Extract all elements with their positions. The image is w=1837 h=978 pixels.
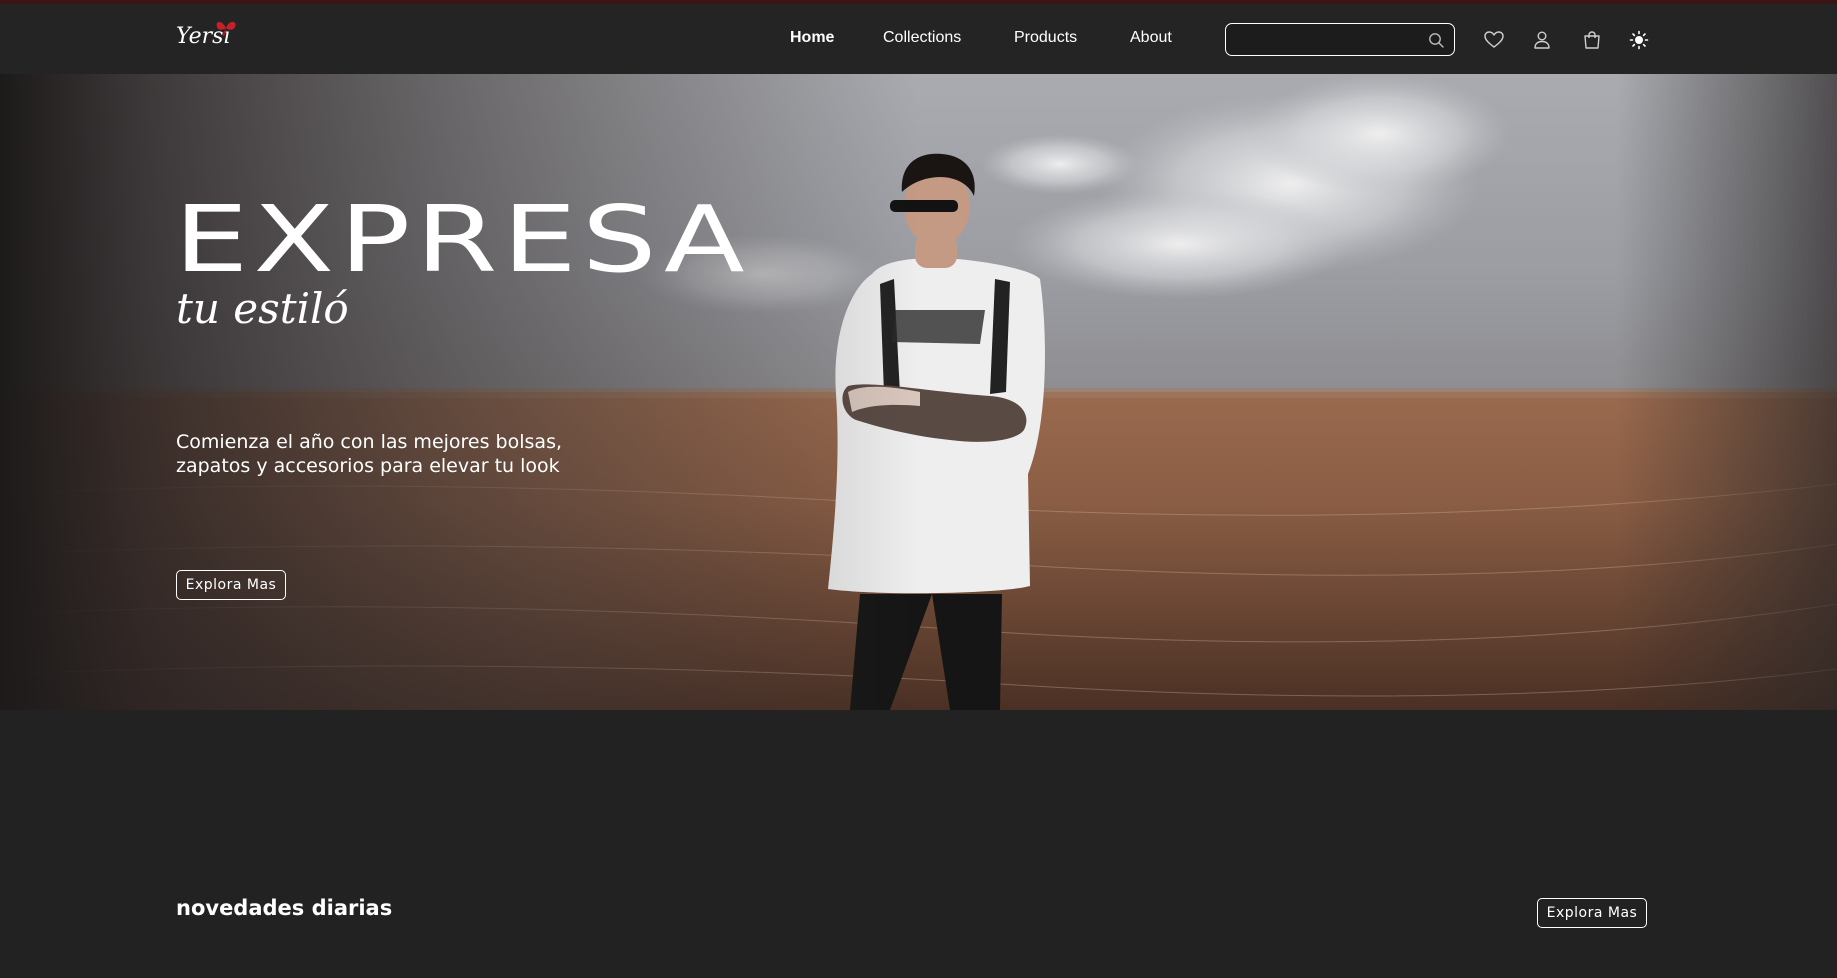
search-icon[interactable] — [1428, 32, 1444, 48]
nav-link-about[interactable]: About — [1130, 29, 1172, 47]
navbar: Yersi Home Collections Products About — [0, 4, 1837, 74]
user-icon[interactable] — [1531, 29, 1553, 51]
explore-more-button[interactable]: Explora Mas — [176, 570, 286, 600]
hero-script-subtitle: tu estiló — [176, 284, 349, 333]
brand-logo[interactable]: Yersi — [176, 18, 246, 58]
nav-link-home[interactable]: Home — [790, 29, 834, 47]
butterfly-icon — [216, 21, 236, 36]
sun-icon[interactable] — [1628, 29, 1650, 51]
hero-image — [0, 74, 1837, 710]
search-input[interactable] — [1236, 29, 1416, 51]
section-title: novedades diarias — [176, 896, 393, 920]
heart-icon[interactable] — [1483, 29, 1505, 51]
cart-icon[interactable] — [1581, 29, 1603, 51]
section-explore-more-button[interactable]: Explora Mas — [1537, 898, 1647, 928]
hero-title: EXPRESA — [174, 186, 750, 293]
hero-banner: EXPRESA tu estiló Comienza el año con la… — [0, 74, 1837, 710]
hero-description: Comienza el año con las mejores bolsas, … — [176, 431, 563, 477]
nav-link-products[interactable]: Products — [1014, 29, 1077, 47]
nav-link-collections[interactable]: Collections — [883, 29, 961, 47]
search-box — [1225, 23, 1455, 56]
